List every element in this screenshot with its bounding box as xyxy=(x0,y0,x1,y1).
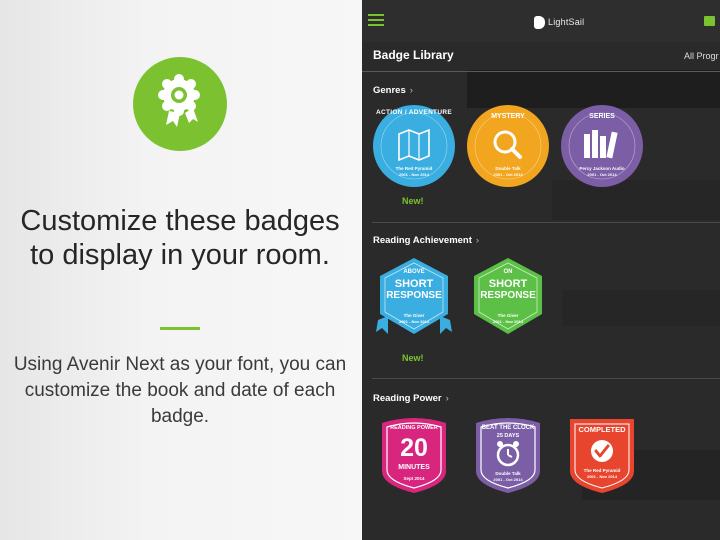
section-reading-power-label: Reading Power xyxy=(373,393,442,404)
badge-title: ACTION / ADVENTURE xyxy=(376,109,452,116)
badge-date: 2001 - Nov 2014 xyxy=(398,172,430,177)
badge-date: 2001 - Nov 2014 xyxy=(492,319,524,324)
book-icon[interactable] xyxy=(704,16,715,26)
chevron-right-icon: › xyxy=(445,393,449,404)
badge-completed[interactable]: COMPLETED The Red Pyramid 2001 - Nov 201… xyxy=(564,415,640,495)
logo-mark-icon xyxy=(534,15,545,29)
badge-series[interactable]: SERIES Percy Jackson Audio 2001 - Oct 20… xyxy=(560,104,644,188)
badge-date: 2001 - Nov 2014 xyxy=(586,474,618,479)
section-reading-achievement-label: Reading Achievement xyxy=(373,235,472,246)
badge-line2: SHORT xyxy=(394,278,434,290)
badge-mystery[interactable]: MYSTERY Double Talk 2001 - Oct 2014 xyxy=(466,104,550,188)
promo-body-text: Using Avenir Next as your font, you can … xyxy=(13,354,347,427)
badge-line1: ABOVE xyxy=(403,269,425,275)
badge-book: Percy Jackson Audio xyxy=(579,166,625,171)
section-reading-achievement[interactable]: Reading Achievement › xyxy=(373,235,479,246)
new-tag: New! xyxy=(402,353,424,363)
promo-panel: Customize these badges to display in you… xyxy=(0,0,362,540)
badge-title: COMPLETED xyxy=(578,425,626,434)
badge-book: The Red Pyramid xyxy=(583,468,621,473)
badge-book: Double Talk xyxy=(495,166,521,171)
section-divider xyxy=(372,222,720,223)
badge-book: The Giver xyxy=(497,313,519,318)
badge-date: 2001 - Oct 2014 xyxy=(493,477,523,482)
promo-headline: Customize these badges to display in you… xyxy=(20,205,340,271)
section-reading-power[interactable]: Reading Power › xyxy=(373,393,449,404)
page-title: Badge Library xyxy=(373,48,454,62)
badge-title: READING POWER xyxy=(390,425,438,431)
new-tag: New! xyxy=(402,196,424,206)
section-genres[interactable]: Genres › xyxy=(373,85,413,96)
badge-line2: SHORT xyxy=(488,278,528,290)
logo-text: LightSail xyxy=(548,17,585,27)
section-genres-label: Genres xyxy=(373,85,406,96)
badge-book: The Giver xyxy=(403,313,425,318)
app-screenshot: LightSail Badge Library All Progr Genres… xyxy=(362,0,720,540)
badge-value: 20 xyxy=(400,434,428,462)
badge-on-short-response[interactable]: ON SHORT RESPONSE The Giver 2001 - Nov 2… xyxy=(470,256,546,342)
badge-line3: RESPONSE xyxy=(480,290,536,301)
badge-title: MYSTERY xyxy=(491,113,525,120)
accent-divider xyxy=(160,327,200,330)
section-divider xyxy=(372,378,720,379)
award-ribbon-icon xyxy=(133,57,227,151)
library-header: Badge Library All Progr xyxy=(362,42,720,72)
badge-action-adventure[interactable]: ACTION / ADVENTURE The Red Pyramid 2001 … xyxy=(372,104,456,188)
badge-date: 2001 - Nov 2014 xyxy=(398,319,430,324)
badge-line3: RESPONSE xyxy=(386,290,442,301)
badge-line1: ON xyxy=(503,269,513,275)
filter-dropdown[interactable]: All Progr xyxy=(684,51,719,61)
badge-reading-power[interactable]: READING POWER 20 MINUTES Sept 2014 xyxy=(376,415,452,495)
badge-date: 2001 - Oct 2014 xyxy=(587,172,617,177)
menu-icon[interactable] xyxy=(368,14,384,28)
badge-date: Sept 2014 xyxy=(403,476,425,481)
top-bar: LightSail xyxy=(362,0,720,42)
chevron-right-icon: › xyxy=(409,85,413,96)
badge-title: SERIES xyxy=(589,113,615,120)
badge-book: The Red Pyramid xyxy=(395,166,433,171)
logo[interactable]: LightSail xyxy=(534,14,584,30)
badge-title: BEAT THE CLOCK xyxy=(481,425,535,431)
badge-beat-the-clock[interactable]: BEAT THE CLOCK 25 DAYS Double Talk 2001 … xyxy=(470,415,546,495)
badge-above-short-response[interactable]: ABOVE SHORT RESPONSE The Giver 2001 - No… xyxy=(376,256,452,342)
badge-value: 25 DAYS xyxy=(496,433,520,439)
badge-unit: MINUTES xyxy=(398,464,430,471)
badge-date: 2001 - Oct 2014 xyxy=(493,172,523,177)
chevron-right-icon: › xyxy=(475,235,480,246)
badge-book: Double Talk xyxy=(495,471,521,476)
